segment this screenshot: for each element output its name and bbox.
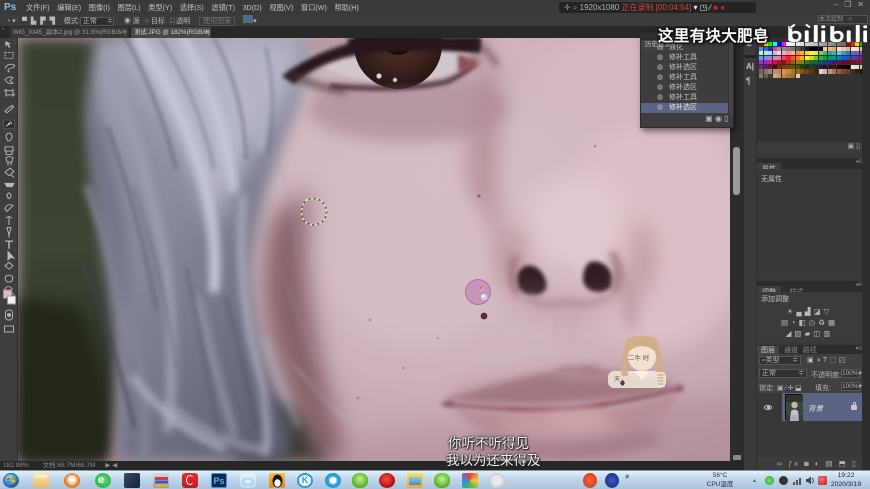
- svg-text:天: 天: [614, 376, 620, 383]
- svg-text:二牛 时: 二牛 时: [628, 353, 650, 362]
